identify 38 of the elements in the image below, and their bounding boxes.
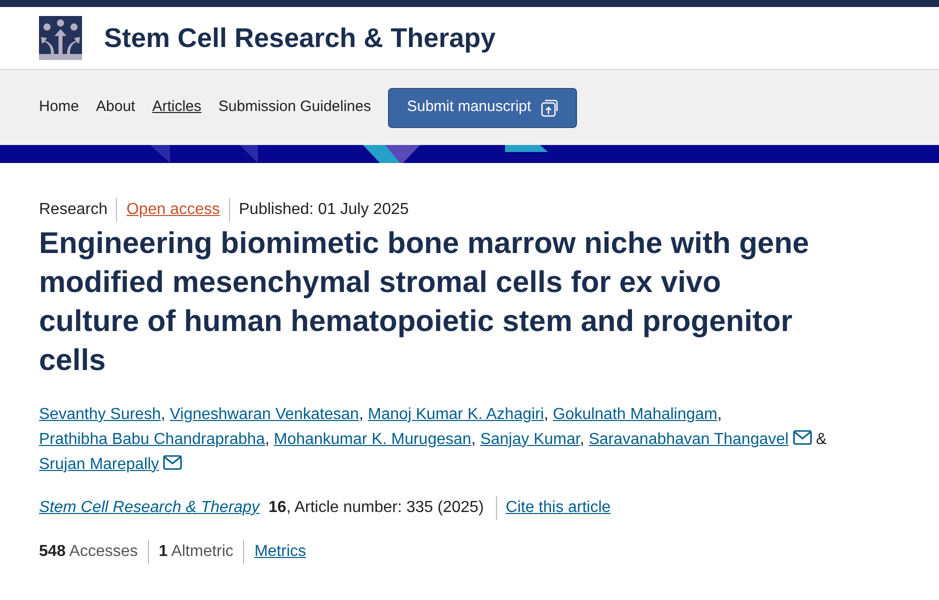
journal-logo[interactable] bbox=[39, 16, 82, 60]
journal-link[interactable]: Stem Cell Research & Therapy bbox=[39, 496, 260, 520]
author-link[interactable]: Sanjay Kumar bbox=[480, 431, 580, 448]
nav-link[interactable]: Home bbox=[39, 96, 80, 119]
separator: , bbox=[580, 431, 586, 448]
article-type: Research bbox=[39, 200, 108, 220]
email-icon[interactable] bbox=[792, 430, 812, 445]
cite-link[interactable]: Cite this article bbox=[496, 496, 611, 520]
submit-manuscript-button[interactable]: Submit manuscript bbox=[388, 88, 578, 128]
separator: , bbox=[471, 431, 477, 448]
author-link[interactable]: Gokulnath Mahalingam bbox=[552, 406, 718, 423]
upload-icon bbox=[541, 98, 558, 116]
published-date: Published: 01 July 2025 bbox=[228, 198, 409, 222]
author-link[interactable]: Vigneshwaran Venkatesan bbox=[170, 406, 359, 423]
author-link[interactable]: Srujan Marepally bbox=[39, 456, 160, 473]
author-link[interactable]: Sevanthy Suresh bbox=[39, 406, 161, 423]
open-access-link[interactable]: Open access bbox=[116, 198, 229, 222]
author-link[interactable]: Saravanabhavan Thangavel bbox=[588, 431, 789, 448]
separator: , bbox=[160, 406, 166, 423]
article-number: , Article number: 335 (2025) bbox=[286, 498, 485, 518]
volume: 16 bbox=[268, 498, 286, 518]
separator: , bbox=[544, 406, 550, 423]
separator: , bbox=[358, 406, 364, 423]
nav-link[interactable]: Submission Guidelines bbox=[218, 96, 371, 119]
author-link[interactable]: Prathibha Babu Chandraprabha bbox=[39, 431, 265, 448]
metric: 1 Altmetric bbox=[158, 542, 234, 562]
separator: & bbox=[815, 431, 827, 448]
nav-link[interactable]: About bbox=[96, 96, 136, 119]
email-icon[interactable] bbox=[163, 455, 182, 470]
metric: 548 Accesses bbox=[39, 542, 138, 562]
journal-title[interactable]: Stem Cell Research & Therapy bbox=[104, 18, 496, 58]
separator: , bbox=[264, 431, 270, 448]
separator: , bbox=[717, 406, 722, 423]
author-link[interactable]: Mohankumar K. Murugesan bbox=[274, 431, 472, 448]
author-link[interactable]: Manoj Kumar K. Azhagiri bbox=[368, 406, 544, 423]
article-title: Engineering biomimetic bone marrow niche with gene modified mesenchymal stromal cells for ex vivo culture of human hematopoietic stem and progenitor cells bbox=[39, 226, 810, 379]
metrics-link[interactable]: Metrics bbox=[243, 540, 306, 564]
nav-link[interactable]: Articles bbox=[152, 96, 202, 119]
